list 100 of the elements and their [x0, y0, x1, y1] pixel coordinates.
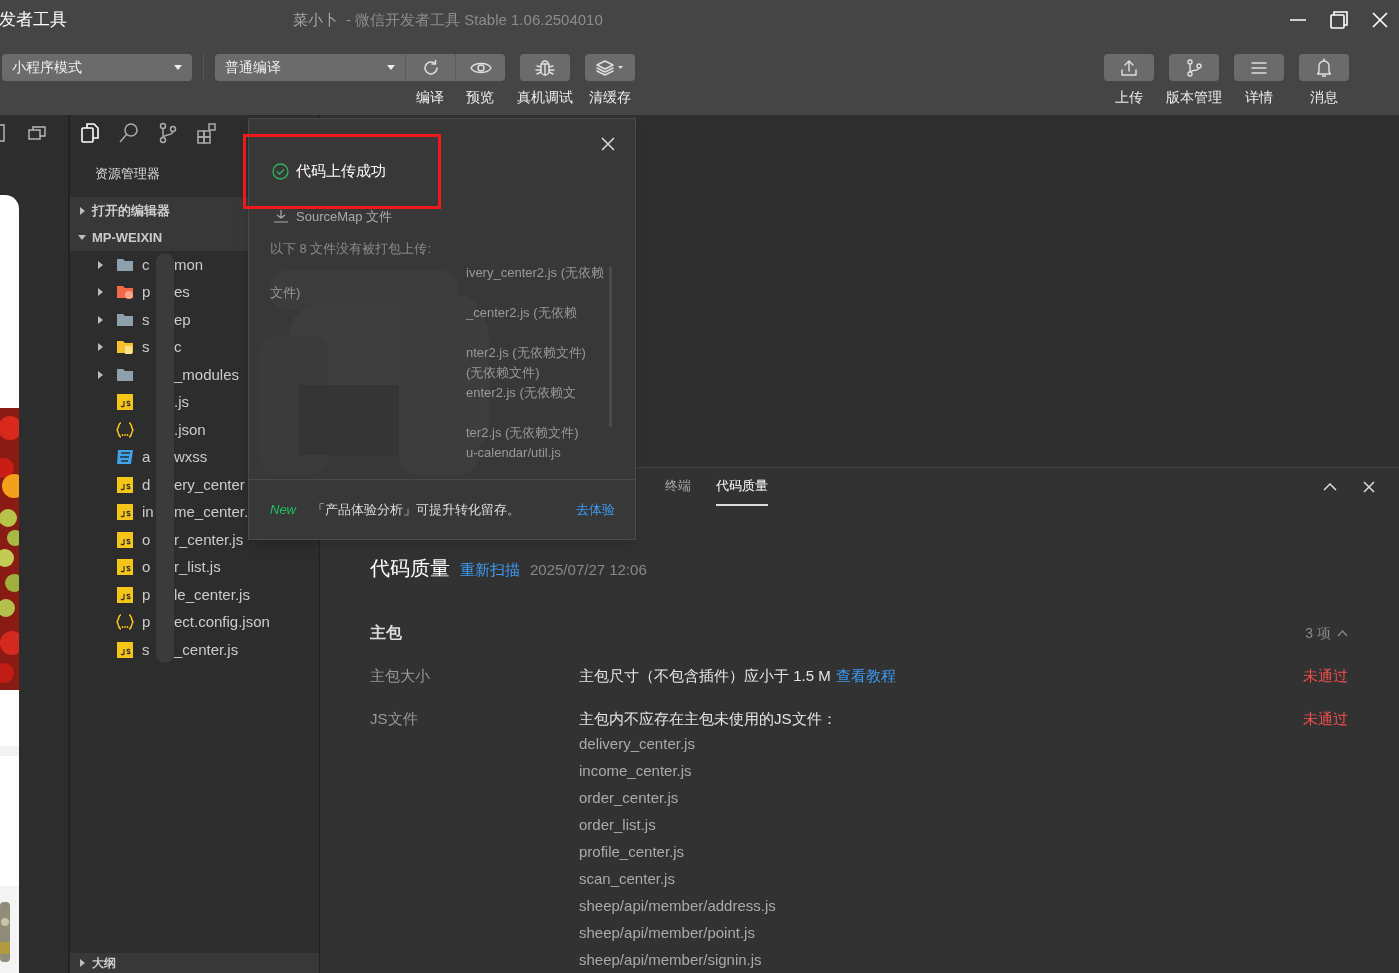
group-title: 主包	[370, 623, 402, 643]
tree-item[interactable]: s ep	[70, 306, 319, 334]
check-description: 主包尺寸（不包含插件）应小于 1.5 M	[579, 666, 831, 686]
file-entry: enter2.js (无依赖文	[466, 384, 576, 400]
toolbar-label: 版本管理	[1166, 88, 1222, 107]
caret-right-icon	[79, 959, 85, 967]
panel-title: 资源管理器	[94, 165, 160, 184]
js-file-icon	[116, 585, 134, 604]
file-path: profile_center.js	[579, 842, 686, 862]
toolbar-label: 清缓存	[589, 88, 631, 107]
layers-button[interactable]	[585, 54, 635, 81]
caret-icon	[174, 65, 182, 70]
tree-item[interactable]: d ery_center	[70, 471, 319, 499]
caret-right-icon	[97, 315, 103, 324]
panel-tab[interactable]: 代码质量	[716, 468, 768, 506]
extensions-icon[interactable]	[196, 122, 218, 144]
compile-select[interactable]: 普通编译	[215, 54, 405, 81]
panel-tab[interactable]: 终端	[665, 468, 691, 506]
search-icon[interactable]	[118, 122, 140, 144]
section-title: 代码质量	[370, 556, 450, 581]
toolbar-label: 上传	[1115, 88, 1143, 107]
windows-icon[interactable]	[28, 125, 46, 141]
file-path: delivery_center.js	[579, 734, 696, 754]
tree-item[interactable]: o r_list.js	[70, 553, 319, 581]
tree-item[interactable]: p ect.config.json	[70, 608, 319, 636]
file-entry: ivery_center2.js (无依赖	[466, 264, 604, 280]
tree-item[interactable]: o r_center.js	[70, 526, 319, 554]
status-label: 未通过	[1303, 666, 1348, 686]
menu-icon	[1250, 59, 1268, 76]
js-file-icon	[116, 640, 134, 659]
branch-icon	[1185, 57, 1203, 78]
refresh-button[interactable]	[405, 54, 455, 81]
js-file-icon	[116, 558, 134, 577]
folder-icon	[116, 338, 134, 357]
window-title: 发者工具	[0, 9, 68, 32]
eye-icon	[469, 60, 492, 75]
json-file-icon	[116, 613, 134, 632]
bell-icon	[1315, 57, 1333, 78]
caret-icon	[387, 65, 395, 70]
js-file-icon	[116, 393, 134, 412]
folder-icon	[116, 283, 134, 302]
toolbar-label: 详情	[1245, 88, 1273, 107]
js-file-icon	[116, 530, 134, 549]
mode-select[interactable]: 小程序模式	[2, 54, 192, 81]
group-toggle[interactable]: 3 项	[1305, 622, 1348, 644]
toolbar-label: 消息	[1310, 88, 1338, 107]
close-icon[interactable]	[1363, 481, 1375, 493]
phone-icon[interactable]	[0, 124, 6, 142]
tree-section-header[interactable]: 大纲	[70, 953, 319, 973]
file-entry: 文件)	[270, 284, 301, 300]
bug-icon	[534, 57, 556, 78]
caret-right-icon	[97, 370, 103, 379]
branch-button[interactable]	[1169, 54, 1219, 81]
success-icon	[272, 162, 289, 180]
tree-item[interactable]: .json	[70, 416, 319, 444]
caret-down-icon	[78, 235, 86, 240]
toolbar-label: 编译	[416, 88, 444, 107]
restore-icon[interactable]	[1329, 10, 1349, 30]
tree-item[interactable]: .js	[70, 388, 319, 416]
file-path: scan_center.js	[579, 869, 676, 889]
download-icon	[273, 209, 289, 224]
tree-item[interactable]: a wxss	[70, 443, 319, 471]
collapse-icon[interactable]	[1323, 483, 1337, 491]
toolbar-label: 真机调试	[517, 88, 573, 107]
tree-item[interactable]: _modules	[70, 361, 319, 389]
popup-title: 代码上传成功	[296, 161, 386, 181]
tutorial-link[interactable]: 查看教程	[835, 665, 896, 688]
menu-button[interactable]	[1234, 54, 1284, 81]
check-name: 主包大小	[370, 666, 431, 686]
caret-right-icon	[97, 288, 103, 297]
tree-item[interactable]: s c	[70, 333, 319, 361]
file-entry: u-calendar/util.js	[466, 444, 561, 460]
file-path: order_list.js	[579, 815, 657, 835]
js-file-icon	[116, 503, 134, 522]
check-name: JS文件	[370, 708, 419, 729]
tree-item[interactable]: s _center.js	[70, 636, 319, 664]
close-icon[interactable]	[601, 137, 615, 151]
caret-right-icon	[97, 343, 103, 352]
window-title: - 微信开发者工具 Stable 1.06.2504010	[346, 9, 603, 30]
toolbar-label: 预览	[466, 88, 494, 107]
files-icon[interactable]	[80, 122, 100, 144]
rescan-link[interactable]: 重新扫描	[460, 559, 520, 582]
bell-button[interactable]	[1299, 54, 1349, 81]
file-path: sheep/api/member/address.js	[579, 896, 777, 916]
project-name: 菜小卜	[293, 9, 338, 30]
file-entry: ter2.js (无依赖文件)	[466, 424, 579, 440]
check-description: 主包内不应存在主包未使用的JS文件：	[579, 708, 837, 729]
eye-button[interactable]	[455, 54, 505, 81]
promo-text: 「产品体验分析」可提升转化留存。	[312, 500, 520, 519]
try-link[interactable]: 去体验	[576, 499, 615, 520]
json-file-icon	[116, 420, 134, 439]
file-entry: nter2.js (无依赖文件)	[466, 344, 586, 360]
branch-icon[interactable]	[158, 122, 178, 144]
bug-button[interactable]	[520, 54, 570, 81]
file-entry: (无依赖文件)	[466, 364, 540, 380]
tree-item[interactable]: p le_center.js	[70, 581, 319, 609]
timestamp: 2025/07/27 12:06	[530, 560, 647, 580]
upload-icon	[1120, 58, 1138, 77]
new-label: New	[270, 500, 296, 519]
upload-button[interactable]	[1104, 54, 1154, 81]
